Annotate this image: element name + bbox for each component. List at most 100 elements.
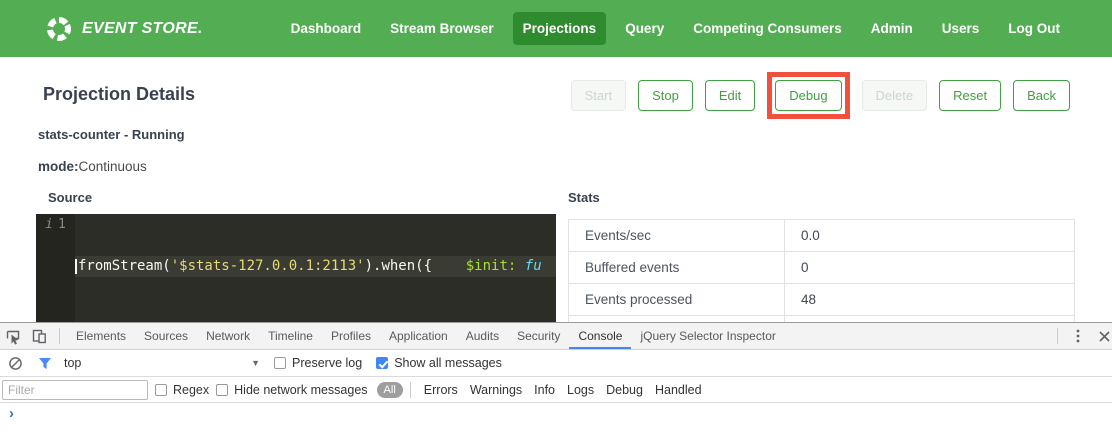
delete-button: Delete (862, 80, 928, 111)
tab-profiles[interactable]: Profiles (322, 323, 380, 349)
hide-network-messages-checkbox[interactable] (216, 384, 228, 396)
debug-button[interactable]: Debug (775, 80, 841, 111)
projection-mode: mode:Continuous (38, 159, 147, 174)
stat-label: Events processed (569, 284, 785, 315)
tab-timeline[interactable]: Timeline (259, 323, 322, 349)
nav-item-stream-browser[interactable]: Stream Browser (380, 12, 504, 45)
tab-sources[interactable]: Sources (135, 323, 197, 349)
stat-value: 0 (785, 252, 1074, 283)
filter-level-logs[interactable]: Logs (567, 383, 594, 397)
tab-elements[interactable]: Elements (67, 323, 135, 349)
nav-item-dashboard[interactable]: Dashboard (281, 12, 372, 45)
filter-funnel-icon[interactable] (38, 357, 52, 370)
code-token-keyword: fu (525, 256, 542, 277)
page-title: Projection Details (43, 84, 195, 105)
projection-name-status: stats-counter - Running (38, 127, 185, 142)
back-button[interactable]: Back (1013, 80, 1070, 111)
tab-audits[interactable]: Audits (457, 323, 508, 349)
console-input-line[interactable]: › (0, 403, 1112, 439)
table-row: Events processed 48 (569, 284, 1074, 316)
regex-label: Regex (173, 383, 209, 397)
stats-section: Stats Events/sec 0.0 Buffered events 0 E… (568, 190, 1075, 322)
code-area[interactable]: fromStream('$stats-127.0.0.1:2113').when… (75, 214, 556, 322)
filter-level-warnings[interactable]: Warnings (470, 383, 522, 397)
edit-button[interactable]: Edit (705, 80, 755, 111)
gutter-info-icon: i (45, 217, 53, 232)
top-navbar: EVENT STORE. Dashboard Stream Browser Pr… (0, 0, 1112, 57)
context-value: top (64, 356, 81, 370)
device-toolbar-icon[interactable] (26, 323, 52, 349)
mode-value: Continuous (79, 159, 147, 174)
chevron-down-icon: ▼ (251, 358, 260, 368)
devtools-tabbar: Elements Sources Network Timeline Profil… (0, 323, 1112, 350)
projection-details-page: Projection Details Start Stop Edit Debug… (0, 57, 1112, 322)
stat-label: Buffered events (569, 252, 785, 283)
inspect-element-icon[interactable] (0, 323, 26, 349)
tab-security[interactable]: Security (508, 323, 569, 349)
text-cursor (75, 259, 77, 274)
line-number: 1 (58, 217, 66, 232)
filter-all-badge[interactable]: All (377, 382, 403, 398)
preserve-log-checkbox[interactable] (274, 357, 286, 369)
stop-button[interactable]: Stop (638, 80, 693, 111)
divider (59, 328, 60, 344)
nav-item-logout[interactable]: Log Out (998, 12, 1070, 45)
stat-value: 48 (785, 284, 1074, 315)
nav-item-competing-consumers[interactable]: Competing Consumers (683, 12, 852, 45)
filter-level-debug[interactable]: Debug (606, 383, 643, 397)
code-token: fromStream( (78, 256, 171, 277)
debug-highlight-box: Debug (767, 72, 849, 119)
devtools-panel: Elements Sources Network Timeline Profil… (0, 322, 1112, 440)
divider (410, 382, 411, 398)
clear-console-icon[interactable] (8, 356, 23, 371)
code-token (432, 256, 466, 277)
brand: EVENT STORE. (45, 15, 203, 43)
code-token-key: $init: (466, 256, 517, 277)
code-line-1: fromStream('$stats-127.0.0.1:2113').when… (75, 256, 556, 277)
kebab-menu-icon[interactable] (1065, 323, 1091, 349)
nav-menu: Dashboard Stream Browser Projections Que… (281, 12, 1070, 45)
console-prompt-icon: › (9, 406, 14, 422)
filter-level-errors[interactable]: Errors (424, 383, 458, 397)
nav-item-query[interactable]: Query (615, 12, 674, 45)
stats-table: Events/sec 0.0 Buffered events 0 Events … (568, 219, 1075, 322)
start-button: Start (571, 80, 626, 111)
nav-item-projections[interactable]: Projections (513, 12, 607, 45)
table-row: Buffered events 0 (569, 252, 1074, 284)
stat-label: Events/sec (569, 220, 785, 251)
tab-application[interactable]: Application (380, 323, 457, 349)
close-icon[interactable] (1091, 323, 1112, 349)
table-row: Events/sec 0.0 (569, 220, 1074, 252)
regex-checkbox[interactable] (155, 384, 167, 396)
mode-label: mode: (38, 159, 79, 174)
source-code-editor: i 1 fromStream('$stats-127.0.0.1:2113').… (36, 214, 556, 322)
source-heading: Source (48, 190, 556, 205)
execution-context-select[interactable]: top ▼ (64, 356, 260, 370)
stat-value: 0.0 (785, 220, 1074, 251)
tab-console[interactable]: Console (569, 323, 631, 349)
reset-button[interactable]: Reset (939, 80, 1001, 111)
filter-level-info[interactable]: Info (534, 383, 555, 397)
brand-title: EVENT STORE. (82, 20, 203, 38)
filter-input[interactable] (2, 380, 148, 400)
divider (1057, 328, 1058, 344)
show-all-messages-checkbox[interactable] (376, 357, 388, 369)
stats-heading: Stats (568, 190, 1075, 205)
code-token: ).when({ (365, 256, 432, 277)
action-buttons: Start Stop Edit Debug Delete Reset Back (571, 72, 1070, 119)
code-token (516, 256, 524, 277)
hide-network-messages-label: Hide network messages (234, 383, 367, 397)
show-all-messages-label: Show all messages (394, 356, 502, 370)
console-toolbar: top ▼ Preserve log Show all messages (0, 350, 1112, 377)
source-section: Source i 1 fromStream('$stats-127.0.0.1:… (36, 190, 556, 322)
code-token-string: '$stats-127.0.0.1:2113' (171, 256, 365, 277)
nav-item-users[interactable]: Users (932, 12, 990, 45)
preserve-log-label: Preserve log (292, 356, 362, 370)
nav-item-admin[interactable]: Admin (861, 12, 923, 45)
filter-level-handled[interactable]: Handled (655, 383, 702, 397)
tab-network[interactable]: Network (197, 323, 259, 349)
tab-jquery-selector-inspector[interactable]: jQuery Selector Inspector (631, 323, 784, 349)
console-filterbar: Regex Hide network messages All Errors W… (0, 377, 1112, 403)
editor-gutter: i 1 (36, 214, 75, 322)
eventstore-logo-icon (45, 15, 73, 43)
